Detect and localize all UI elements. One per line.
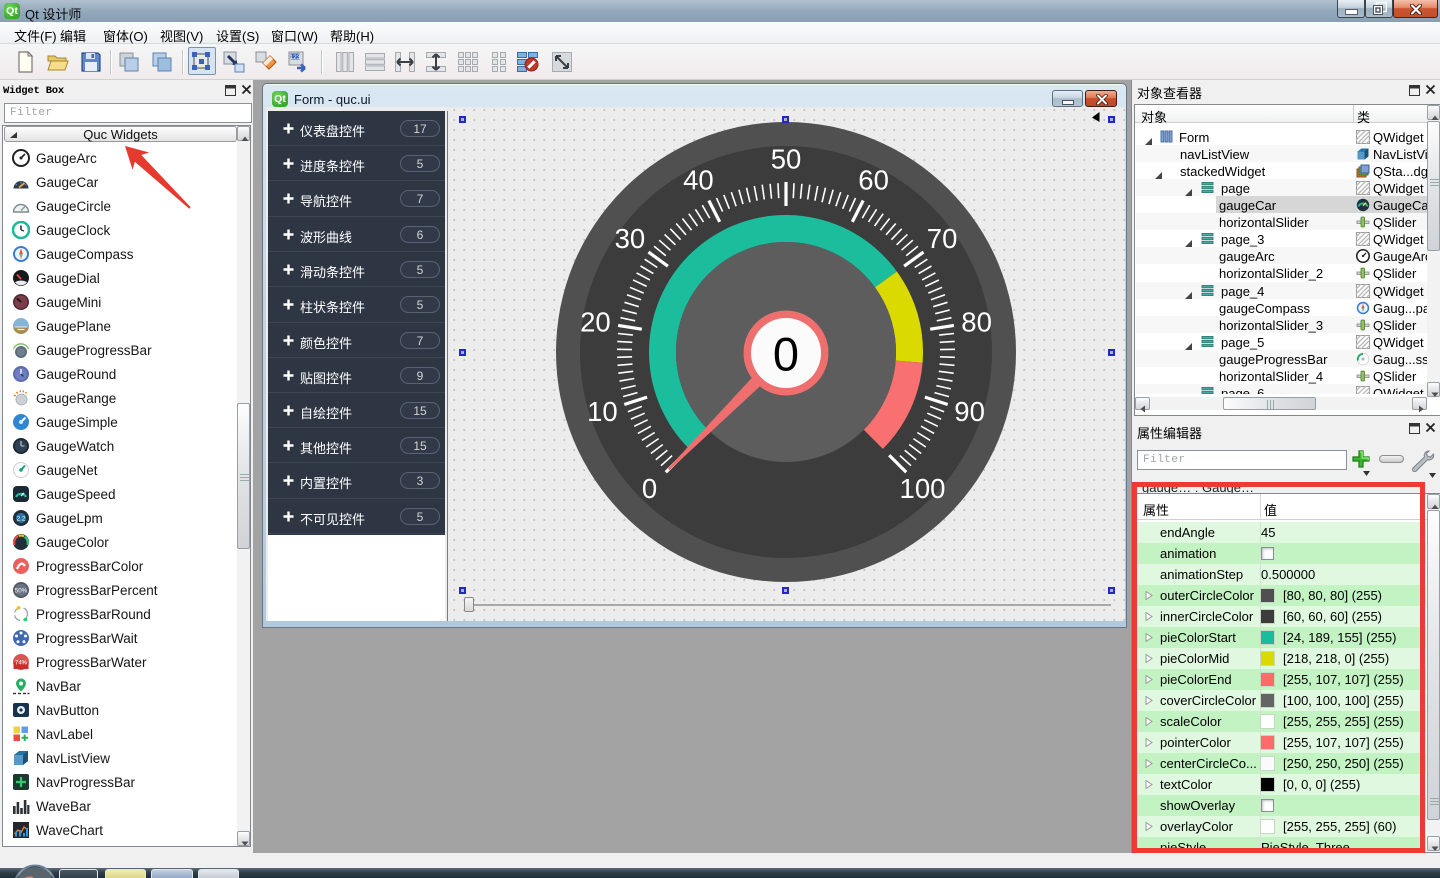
svg-text:20: 20 xyxy=(580,306,611,337)
svg-text:100: 100 xyxy=(900,473,946,504)
svg-text:60: 60 xyxy=(858,165,889,196)
svg-text:74%: 74% xyxy=(15,661,28,667)
svg-text:80: 80 xyxy=(961,306,992,337)
svg-text:2.2: 2.2 xyxy=(16,516,25,523)
svg-text:90: 90 xyxy=(954,396,985,427)
svg-text:0: 0 xyxy=(642,473,657,504)
svg-text:10: 10 xyxy=(587,396,618,427)
svg-text:70: 70 xyxy=(927,223,958,254)
svg-text:50%: 50% xyxy=(15,588,28,595)
svg-text:0: 0 xyxy=(773,328,799,381)
svg-text:40: 40 xyxy=(683,165,714,196)
svg-text:30: 30 xyxy=(615,223,646,254)
svg-text:123: 123 xyxy=(290,54,301,61)
svg-text:50: 50 xyxy=(771,144,802,175)
